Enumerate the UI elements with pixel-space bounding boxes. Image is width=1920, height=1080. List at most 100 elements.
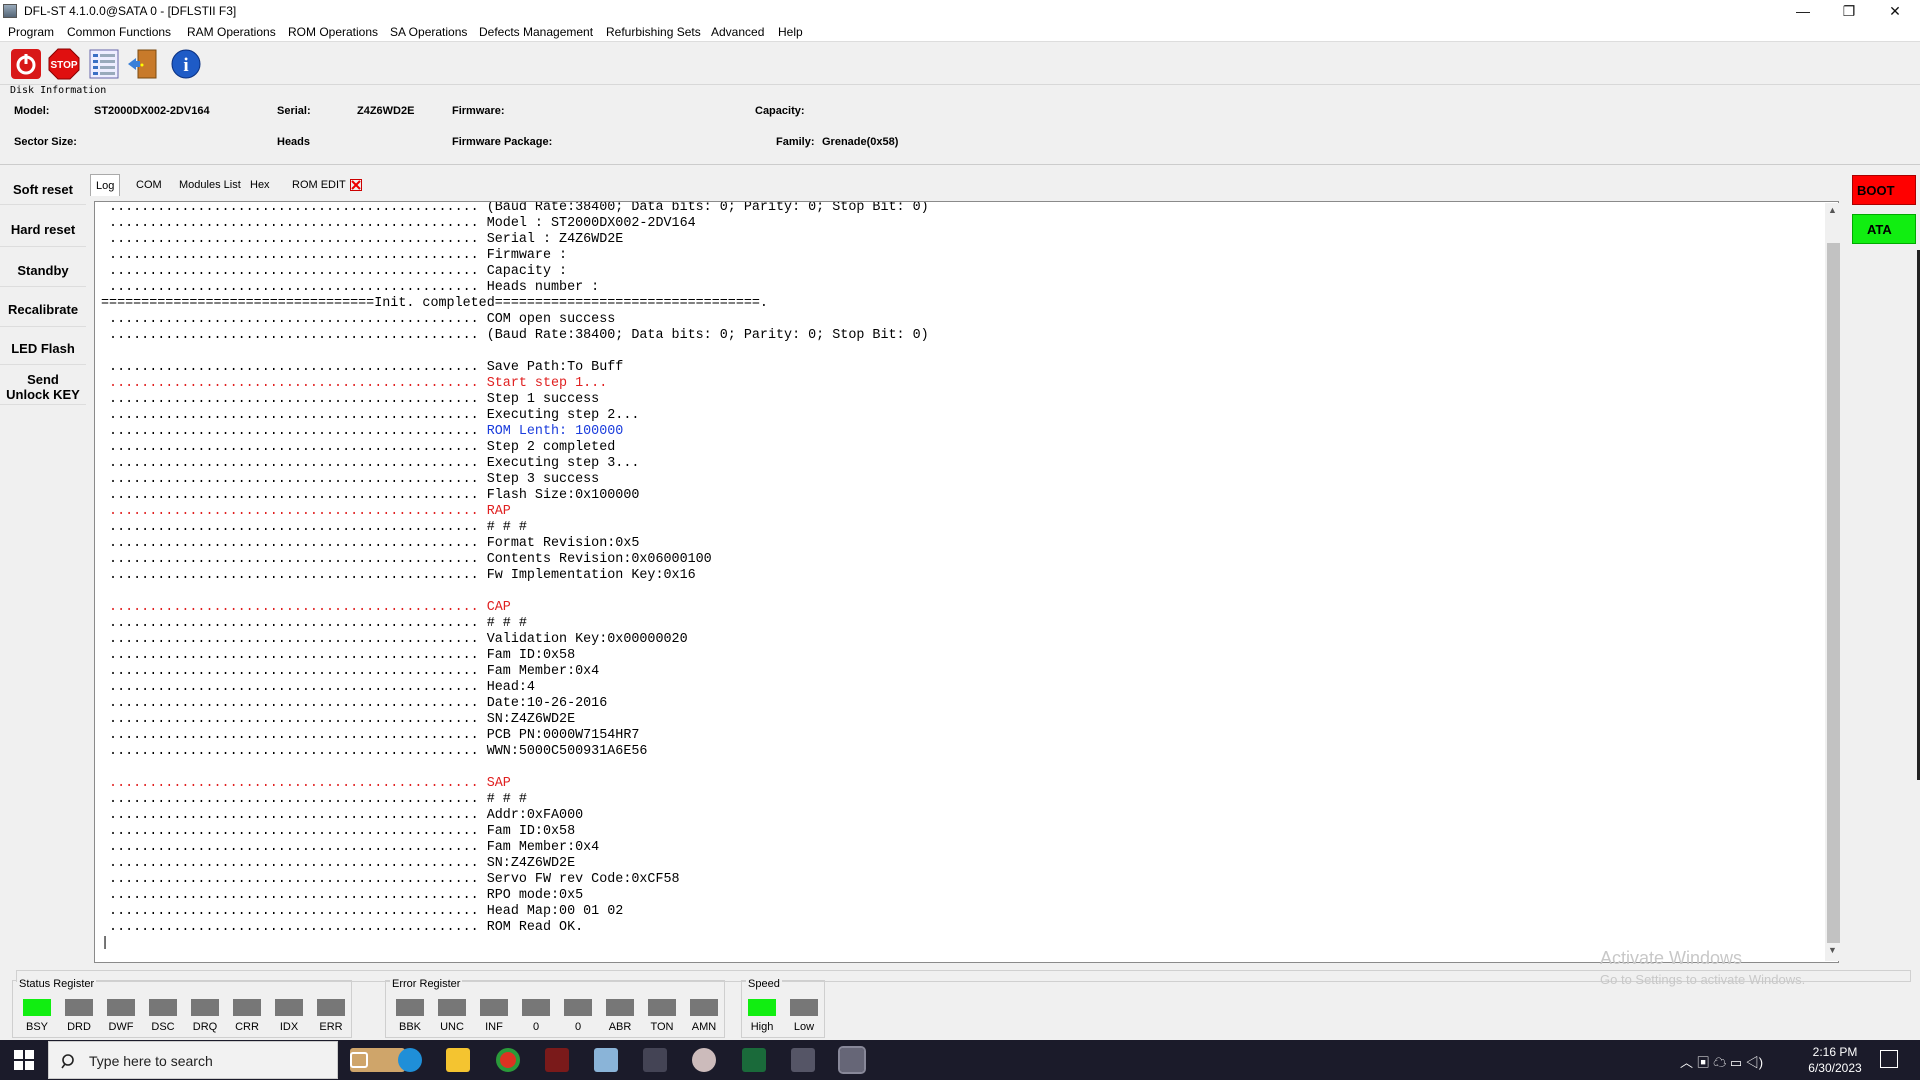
log-panel[interactable]: ........................................… <box>94 201 1839 963</box>
tab-modules-list[interactable]: Modules List <box>174 174 246 196</box>
log-line: ........................................… <box>101 232 929 248</box>
app-icon-gear[interactable] <box>692 1048 716 1072</box>
taskbar-clock[interactable]: 2:16 PM 6/30/2023 <box>1800 1044 1870 1076</box>
log-line: ........................................… <box>101 456 929 472</box>
log-line: ........................................… <box>101 728 929 744</box>
log-message: RPO mode:0x5 <box>486 888 584 903</box>
log-message: ROM Lenth: 100000 <box>486 424 624 439</box>
log-dots: ........................................… <box>101 840 487 855</box>
log-dots: ........................................… <box>101 728 487 743</box>
menu-defects-management[interactable]: Defects Management <box>479 25 593 39</box>
error-register-led-label: INF <box>485 1021 503 1033</box>
speed-led-label: High <box>750 1021 774 1033</box>
tab-hex[interactable]: Hex <box>245 174 275 196</box>
menu-common-functions[interactable]: Common Functions <box>67 25 171 39</box>
dfl-st-icon[interactable] <box>791 1048 815 1072</box>
recalibrate-button[interactable]: Recalibrate <box>0 293 86 327</box>
dfl-wd-icon[interactable] <box>643 1048 667 1072</box>
tray-icons[interactable]: ︿ ▣ ☁ ▭ ◁) <box>1680 1052 1763 1071</box>
model-label: Model: <box>14 105 50 117</box>
standby-button[interactable]: Standby <box>0 255 86 287</box>
log-dots: ........................................… <box>101 440 487 455</box>
text-cursor: | <box>101 936 110 951</box>
scroll-down-icon[interactable]: ▼ <box>1828 945 1837 955</box>
taskbar-search-box[interactable]: Type here to search <box>48 1041 338 1079</box>
notification-icon[interactable] <box>1880 1050 1898 1068</box>
tab-com[interactable]: COM <box>131 174 167 196</box>
log-message: Servo FW rev Code:0xCF58 <box>486 872 680 887</box>
heads-label: Heads <box>277 136 311 148</box>
log-line: ........................................… <box>101 568 929 584</box>
log-message: Fam ID:0x58 <box>486 648 576 663</box>
menu-sa-operations[interactable]: SA Operations <box>390 25 467 39</box>
log-dots: ........................................… <box>101 376 487 391</box>
ata-button[interactable]: ATA <box>1852 214 1916 244</box>
speed-group: Speed High Low <box>741 978 825 1038</box>
edge-browser-icon[interactable] <box>398 1048 422 1072</box>
soft-reset-button[interactable]: Soft reset <box>0 175 86 205</box>
info-icon[interactable]: i <box>170 48 202 80</box>
error-register-label: Error Register <box>390 978 463 990</box>
stop-icon[interactable]: STOP <box>48 48 80 80</box>
scroll-up-icon[interactable]: ▲ <box>1828 205 1837 215</box>
disk-information-panel: Disk Information Model: ST2000DX002-2DV1… <box>0 85 1920 165</box>
dfl-st-active-icon[interactable] <box>838 1046 866 1074</box>
clock-date: 6/30/2023 <box>1808 1061 1862 1075</box>
boot-button[interactable]: BOOT <box>1852 175 1916 205</box>
chrome-browser-icon[interactable] <box>496 1048 520 1072</box>
exit-door-icon[interactable] <box>126 48 158 80</box>
menu-advanced[interactable]: Advanced <box>711 25 764 39</box>
log-line: ........................................… <box>101 312 929 328</box>
log-dots: ........................................… <box>101 888 487 903</box>
led-flash-button[interactable]: LED Flash <box>0 333 86 365</box>
left-action-panel: Soft reset Hard reset Standby Recalibrat… <box>0 175 86 965</box>
status-register-led-label: DRQ <box>192 1021 218 1033</box>
status-register-led <box>233 999 261 1016</box>
log-line: ........................................… <box>101 424 929 440</box>
close-button[interactable]: ✕ <box>1872 0 1918 22</box>
log-message: ROM Read OK. <box>486 920 584 935</box>
app-icon-red[interactable] <box>545 1048 569 1072</box>
menu-help[interactable]: Help <box>778 25 803 39</box>
log-line: ........................................… <box>101 488 929 504</box>
app-icon-notes[interactable] <box>594 1048 618 1072</box>
log-vertical-scrollbar[interactable]: ▲ ▼ <box>1825 203 1842 961</box>
log-line: ........................................… <box>101 360 929 376</box>
log-message: SN:Z4Z6WD2E <box>486 712 576 727</box>
log-line: ........................................… <box>101 440 929 456</box>
serial-value: Z4Z6WD2E <box>357 105 415 117</box>
menu-refurbishing-sets[interactable]: Refurbishing Sets <box>606 25 701 39</box>
error-register-led-label: 0 <box>532 1021 540 1033</box>
log-message: Validation Key:0x00000020 <box>486 632 688 647</box>
minimize-button[interactable]: — <box>1780 0 1826 22</box>
error-register-led <box>438 999 466 1016</box>
send-unlock-key-button[interactable]: Send Unlock KEY <box>0 369 86 405</box>
task-view-icon[interactable] <box>350 1052 368 1068</box>
log-line: ........................................… <box>101 888 929 904</box>
tab-log[interactable]: Log <box>90 174 121 196</box>
file-explorer-icon[interactable] <box>446 1048 470 1072</box>
log-line: ........................................… <box>101 328 929 344</box>
power-icon[interactable] <box>10 48 42 80</box>
maximize-button[interactable]: ❐ <box>1826 0 1872 22</box>
tab-rom-edit[interactable]: ROM EDIT <box>287 174 366 196</box>
log-message: Executing step 2... <box>486 408 640 423</box>
hard-reset-button[interactable]: Hard reset <box>0 213 86 247</box>
log-dots: ........................................… <box>101 904 487 919</box>
menu-program[interactable]: Program <box>8 25 54 39</box>
error-register-led <box>396 999 424 1016</box>
log-line: ........................................… <box>101 744 929 760</box>
list-icon[interactable] <box>88 48 120 80</box>
close-tab-icon[interactable] <box>349 179 362 191</box>
log-message: Save Path:To Buff <box>486 360 624 375</box>
log-line: ........................................… <box>101 712 929 728</box>
log-message: Date:10-26-2016 <box>486 696 608 711</box>
log-line: ........................................… <box>101 696 929 712</box>
excel-icon[interactable] <box>742 1048 766 1072</box>
menu-ram-operations[interactable]: RAM Operations <box>187 25 276 39</box>
log-line: ........................................… <box>101 808 929 824</box>
windows-start-icon[interactable] <box>14 1050 34 1070</box>
menu-rom-operations[interactable]: ROM Operations <box>288 25 378 39</box>
scrollbar-thumb[interactable] <box>1827 243 1840 943</box>
